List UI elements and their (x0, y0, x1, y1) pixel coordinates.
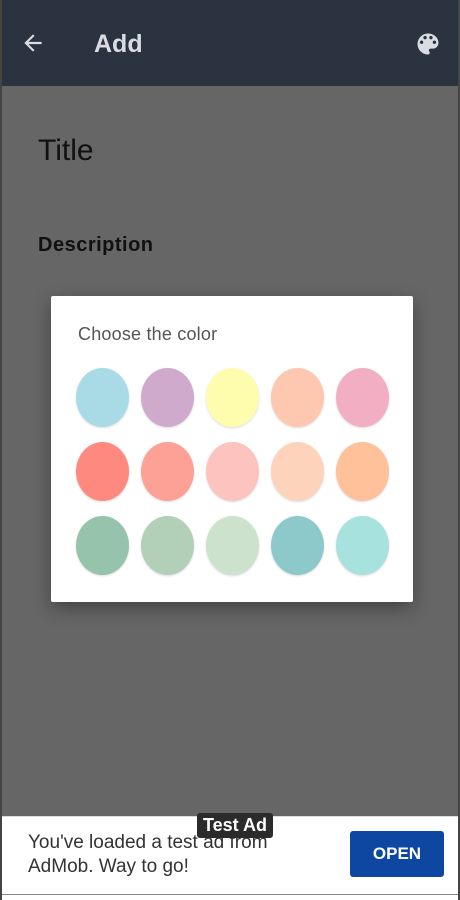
color-swatch[interactable] (271, 442, 324, 501)
color-swatch[interactable] (336, 516, 389, 575)
color-swatch-grid (76, 368, 389, 575)
ad-open-button[interactable]: OPEN (350, 831, 444, 877)
color-swatch[interactable] (206, 368, 259, 427)
test-ad-badge: Test Ad (197, 813, 274, 838)
color-swatch[interactable] (206, 516, 259, 575)
color-swatch[interactable] (271, 516, 324, 575)
color-swatch[interactable] (76, 442, 129, 501)
color-swatch[interactable] (141, 368, 194, 427)
color-swatch[interactable] (271, 368, 324, 427)
color-swatch[interactable] (206, 442, 259, 501)
color-swatch[interactable] (141, 442, 194, 501)
ad-text: You've loaded a test ad from AdMob. Way … (28, 832, 268, 877)
bottom-edge (2, 894, 458, 900)
color-swatch[interactable] (141, 516, 194, 575)
back-button[interactable] (18, 28, 48, 58)
arrow-left-icon (24, 34, 42, 52)
phone-screen: Add Choose the color You've loaded a tes… (0, 0, 460, 900)
color-picker-dialog: Choose the color (51, 296, 413, 602)
color-swatch[interactable] (336, 442, 389, 501)
dialog-title: Choose the color (78, 324, 218, 344)
palette-button[interactable] (412, 28, 444, 60)
color-swatch[interactable] (76, 516, 129, 575)
app-bar: Add (2, 0, 458, 86)
palette-icon (417, 33, 439, 55)
color-swatch[interactable] (76, 368, 129, 427)
page-title: Add (94, 30, 143, 58)
color-swatch[interactable] (336, 368, 389, 427)
